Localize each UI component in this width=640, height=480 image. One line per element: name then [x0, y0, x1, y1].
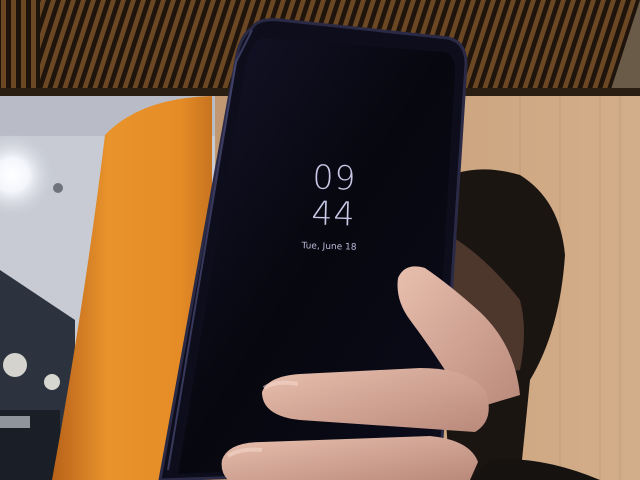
- background-scene: [0, 0, 640, 480]
- photo-scene: 09 44 Tue, June 18: [0, 0, 640, 480]
- ring-finger: [221, 436, 478, 480]
